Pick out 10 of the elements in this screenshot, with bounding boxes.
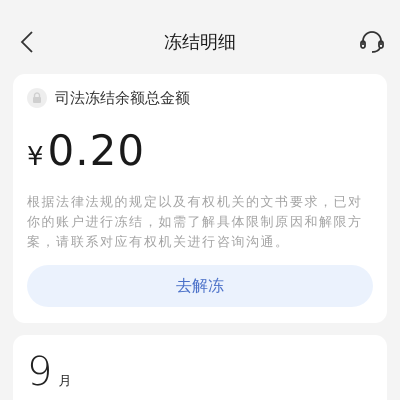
notice-text: 根据法律法规的规定以及有权机关的文书要求，已对你的账户进行冻结，如需了解具体限制原因和解限方案，请联系对应有权机关进行咨询沟通。	[27, 194, 364, 252]
page-title: 冻结明细	[164, 31, 236, 54]
month-number: 9	[27, 349, 52, 395]
unfreeze-button[interactable]: 去解冻	[27, 265, 373, 307]
headset-icon[interactable]	[358, 28, 386, 56]
currency-symbol: ¥	[27, 142, 44, 172]
amount: 0.20	[48, 126, 146, 175]
balance-label: 司法冻结余额总金额	[55, 88, 190, 108]
lock-icon	[27, 88, 47, 108]
month-unit: 月	[58, 373, 72, 390]
